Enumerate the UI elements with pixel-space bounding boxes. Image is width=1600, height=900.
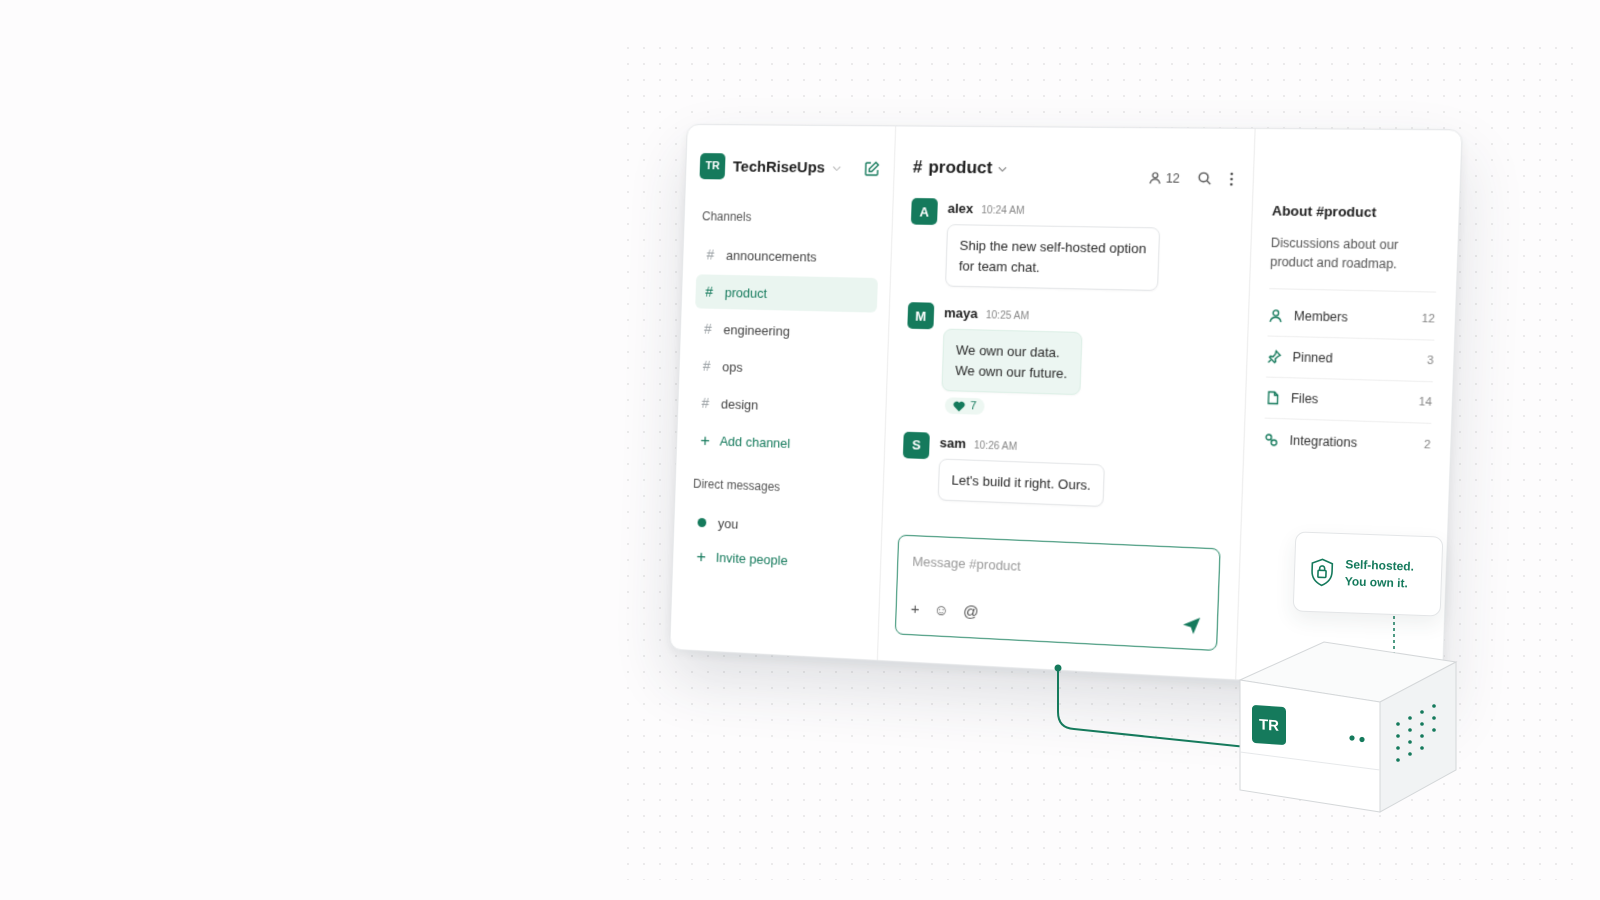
search-icon[interactable] (1196, 170, 1212, 186)
sidebar-item-announcements[interactable]: # announcements (696, 237, 879, 275)
reaction-count: 7 (970, 400, 977, 413)
chevron-down-icon: ⌵ (832, 161, 841, 174)
message-body: alex 10:24 AM Ship the new self-hosted opt… (944, 198, 1162, 292)
sidebar: TR TechRiseUps ⌵ Channels # announcements… (670, 124, 897, 660)
member-count: 12 (1165, 170, 1181, 186)
shield-lock-icon (1311, 558, 1334, 587)
about-row-count: 14 (1418, 395, 1433, 409)
message-composer[interactable]: + ☺ @ (894, 534, 1221, 652)
channel-hash: # (912, 157, 923, 177)
message-time: 10:25 AM (985, 310, 1030, 323)
invite-people-label: Invite people (715, 549, 788, 568)
about-description: Discussions about our product and roadma… (1269, 233, 1439, 293)
about-row-label: Files (1290, 390, 1319, 407)
message-item: Ssam 10:26 AM Let's build it right. Ours. (901, 431, 1222, 511)
send-icon[interactable] (1181, 615, 1203, 637)
channel-label: announcements (725, 247, 817, 265)
hash-icon: # (703, 320, 712, 337)
channel-main: # product ⌵ 12 Aalex 10:24 AM Ship the n… (877, 126, 1256, 680)
message-author[interactable]: alex (947, 201, 973, 217)
more-options-icon[interactable] (1229, 171, 1234, 186)
server-logo: TR (1252, 704, 1286, 746)
workspace-name: TechRiseUps (732, 157, 826, 177)
message-list: Aalex 10:24 AM Ship the new self-hosted op… (901, 197, 1231, 512)
message-time: 10:24 AM (981, 205, 1025, 218)
avatar[interactable]: M (907, 302, 935, 330)
message-author[interactable]: sam (939, 434, 966, 450)
sidebar-item-ops[interactable]: # ops (693, 348, 876, 388)
message-text: Ship the new self-hosted option for team… (944, 224, 1161, 292)
hash-icon: # (702, 357, 711, 374)
channel-list: # announcements # product # engineering # ops # d… (691, 237, 879, 425)
dm-name: you (717, 515, 739, 532)
pin-icon (1267, 349, 1282, 364)
add-channel-label: Add channel (719, 432, 791, 451)
online-status-icon (697, 517, 707, 527)
message-text: Let's build it right. Ours. (937, 457, 1106, 508)
avatar[interactable]: S (902, 431, 930, 459)
channel-header-tools: 12 (1148, 170, 1234, 187)
hash-icon: # (705, 283, 714, 300)
about-row-count: 12 (1421, 312, 1436, 326)
channel-name: product (928, 157, 993, 178)
self-hosted-badge: Self-hosted. You own it. (1292, 531, 1444, 617)
sidebar-item-engineering[interactable]: # engineering (694, 311, 877, 350)
sidebar-item-design[interactable]: # design (691, 385, 874, 425)
integrations-icon (1264, 432, 1279, 447)
message-item: Mmaya 10:25 AM We own our data. We own our… (904, 302, 1227, 425)
plus-icon[interactable]: + (910, 600, 919, 618)
message-time: 10:26 AM (973, 439, 1018, 453)
about-row-pinned[interactable]: Pinned 3 (1266, 336, 1435, 383)
message-item: Aalex 10:24 AM Ship the new self-hosted op… (909, 197, 1231, 293)
chevron-down-icon: ⌵ (998, 162, 1007, 175)
emoji-icon[interactable]: ☺ (933, 602, 949, 620)
channel-label: engineering (723, 321, 791, 339)
channel-label: product (724, 284, 768, 301)
workspace-logo: TR (699, 153, 726, 180)
channel-label: design (720, 395, 759, 413)
about-row-label: Members (1293, 308, 1349, 325)
channel-label: ops (722, 358, 743, 375)
person-icon (1148, 171, 1162, 185)
hash-icon: # (706, 246, 715, 263)
about-row-label: Integrations (1289, 432, 1358, 450)
avatar[interactable]: A (910, 197, 938, 225)
channels-label: Channels (701, 209, 752, 225)
direct-messages-label: Direct messages (692, 476, 781, 495)
invite-people-button[interactable]: + Invite people (686, 539, 869, 582)
mention-icon[interactable]: @ (963, 603, 979, 621)
about-row-files[interactable]: Files 14 (1264, 377, 1433, 424)
sidebar-item-product[interactable]: # product (695, 274, 878, 313)
heart-icon (953, 400, 965, 412)
hash-icon: # (701, 394, 710, 412)
message-meta: maya 10:25 AM (944, 305, 1083, 324)
workspace-switcher[interactable]: TR TechRiseUps ⌵ (699, 153, 882, 181)
message-meta: sam 10:26 AM (939, 434, 1106, 455)
file-icon (1265, 390, 1280, 405)
plus-icon: + (696, 546, 707, 566)
add-channel-button[interactable]: + Add channel (690, 422, 873, 463)
about-row-count: 2 (1423, 438, 1431, 452)
message-body: sam 10:26 AM Let's build it right. Ours. (937, 432, 1106, 508)
message-input[interactable] (912, 553, 1205, 583)
badge-line-2: You own it. (1344, 574, 1409, 591)
message-meta: alex 10:24 AM (947, 201, 1161, 220)
about-row-members[interactable]: Members 12 (1267, 295, 1436, 341)
about-title: About #product (1271, 202, 1377, 221)
composer-tools: + ☺ @ (910, 600, 979, 621)
members-button[interactable]: 12 (1148, 170, 1180, 185)
compose-icon[interactable] (863, 161, 880, 177)
plus-icon: + (700, 430, 711, 450)
reaction-button[interactable]: 7 (944, 397, 985, 415)
about-list: Members 12 Pinned 3 Files 14 Integrations 2 (1263, 295, 1436, 465)
about-row-label: Pinned (1292, 349, 1333, 366)
message-body: maya 10:25 AM We own our data. We own our … (941, 303, 1083, 421)
about-row-integrations[interactable]: Integrations 2 (1263, 419, 1431, 466)
message-author[interactable]: maya (944, 305, 978, 321)
about-row-count: 3 (1426, 354, 1434, 368)
message-text: We own our data. We own our future. (941, 328, 1083, 396)
person-icon (1268, 308, 1283, 323)
